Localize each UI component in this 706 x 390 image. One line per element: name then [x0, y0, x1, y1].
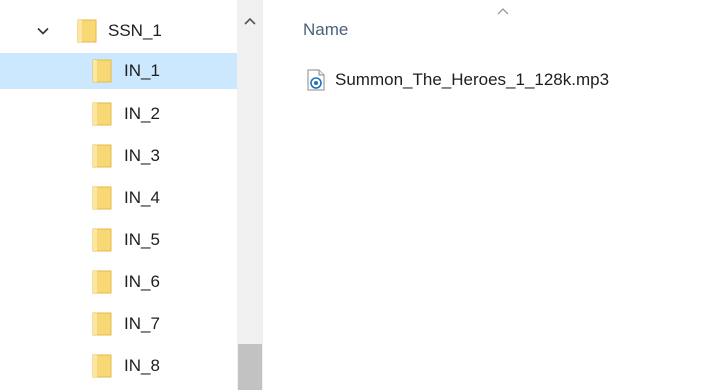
folder-icon [92, 59, 112, 83]
navigation-pane: SSN_1 IN_1 IN_2 IN_3 IN_4 IN_5 IN_6 IN_7… [0, 0, 237, 390]
file-list-pane: Name Summon_The_Heroes_1_128k.mp3 [263, 0, 706, 390]
folder-icon [92, 186, 112, 210]
tree-item-in-4[interactable]: IN_4 [0, 180, 237, 216]
tree-item-in-8[interactable]: IN_8 [0, 348, 237, 384]
tree-item-in-6[interactable]: IN_6 [0, 264, 237, 300]
tree-item-label: IN_8 [124, 356, 160, 375]
folder-icon [92, 354, 112, 378]
column-header-name[interactable]: Name [303, 20, 348, 40]
tree-item-in-5[interactable]: IN_5 [0, 222, 237, 258]
chevron-up-icon [244, 17, 256, 25]
folder-icon [77, 19, 97, 43]
tree-item-ssn-1[interactable]: SSN_1 [0, 13, 237, 49]
tree-item-in-3[interactable]: IN_3 [0, 138, 237, 174]
file-name: Summon_The_Heroes_1_128k.mp3 [335, 70, 610, 89]
audio-file-icon [307, 69, 325, 91]
scroll-up-button[interactable] [237, 8, 263, 34]
tree-item-label: IN_1 [124, 61, 160, 80]
tree-item-label: IN_5 [124, 230, 160, 249]
tree-item-in-7[interactable]: IN_7 [0, 306, 237, 342]
folder-icon [92, 270, 112, 294]
tree-item-in-2[interactable]: IN_2 [0, 96, 237, 132]
tree-item-label: IN_4 [124, 188, 160, 207]
file-list-item[interactable]: Summon_The_Heroes_1_128k.mp3 [307, 66, 609, 94]
tree-item-in-1[interactable]: IN_1 [0, 53, 237, 89]
navigation-scrollbar[interactable] [237, 0, 263, 390]
tree-item-label: IN_2 [124, 104, 160, 123]
folder-icon [92, 144, 112, 168]
scrollbar-thumb[interactable] [238, 344, 262, 390]
folder-icon [92, 312, 112, 336]
tree-item-label: SSN_1 [108, 21, 162, 40]
tree-item-label: IN_7 [124, 314, 160, 333]
file-explorer-window: SSN_1 IN_1 IN_2 IN_3 IN_4 IN_5 IN_6 IN_7… [0, 0, 706, 390]
folder-icon [92, 102, 112, 126]
tree-item-label: IN_6 [124, 272, 160, 291]
folder-icon [92, 228, 112, 252]
tree-item-label: IN_3 [124, 146, 160, 165]
sort-ascending-icon [497, 8, 509, 15]
chevron-down-icon[interactable] [36, 24, 50, 38]
